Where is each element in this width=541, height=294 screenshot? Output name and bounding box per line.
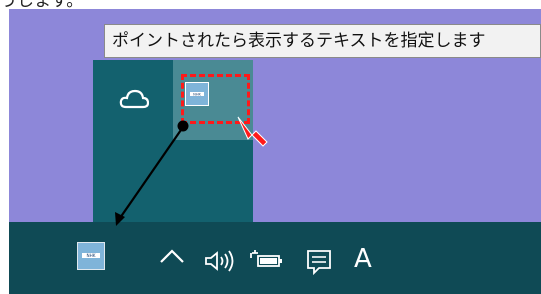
arrow-line	[119, 126, 184, 219]
annotation-overlay	[115, 116, 268, 226]
mouse-pointer-icon	[237, 116, 268, 147]
arrow-start-dot	[177, 120, 189, 132]
